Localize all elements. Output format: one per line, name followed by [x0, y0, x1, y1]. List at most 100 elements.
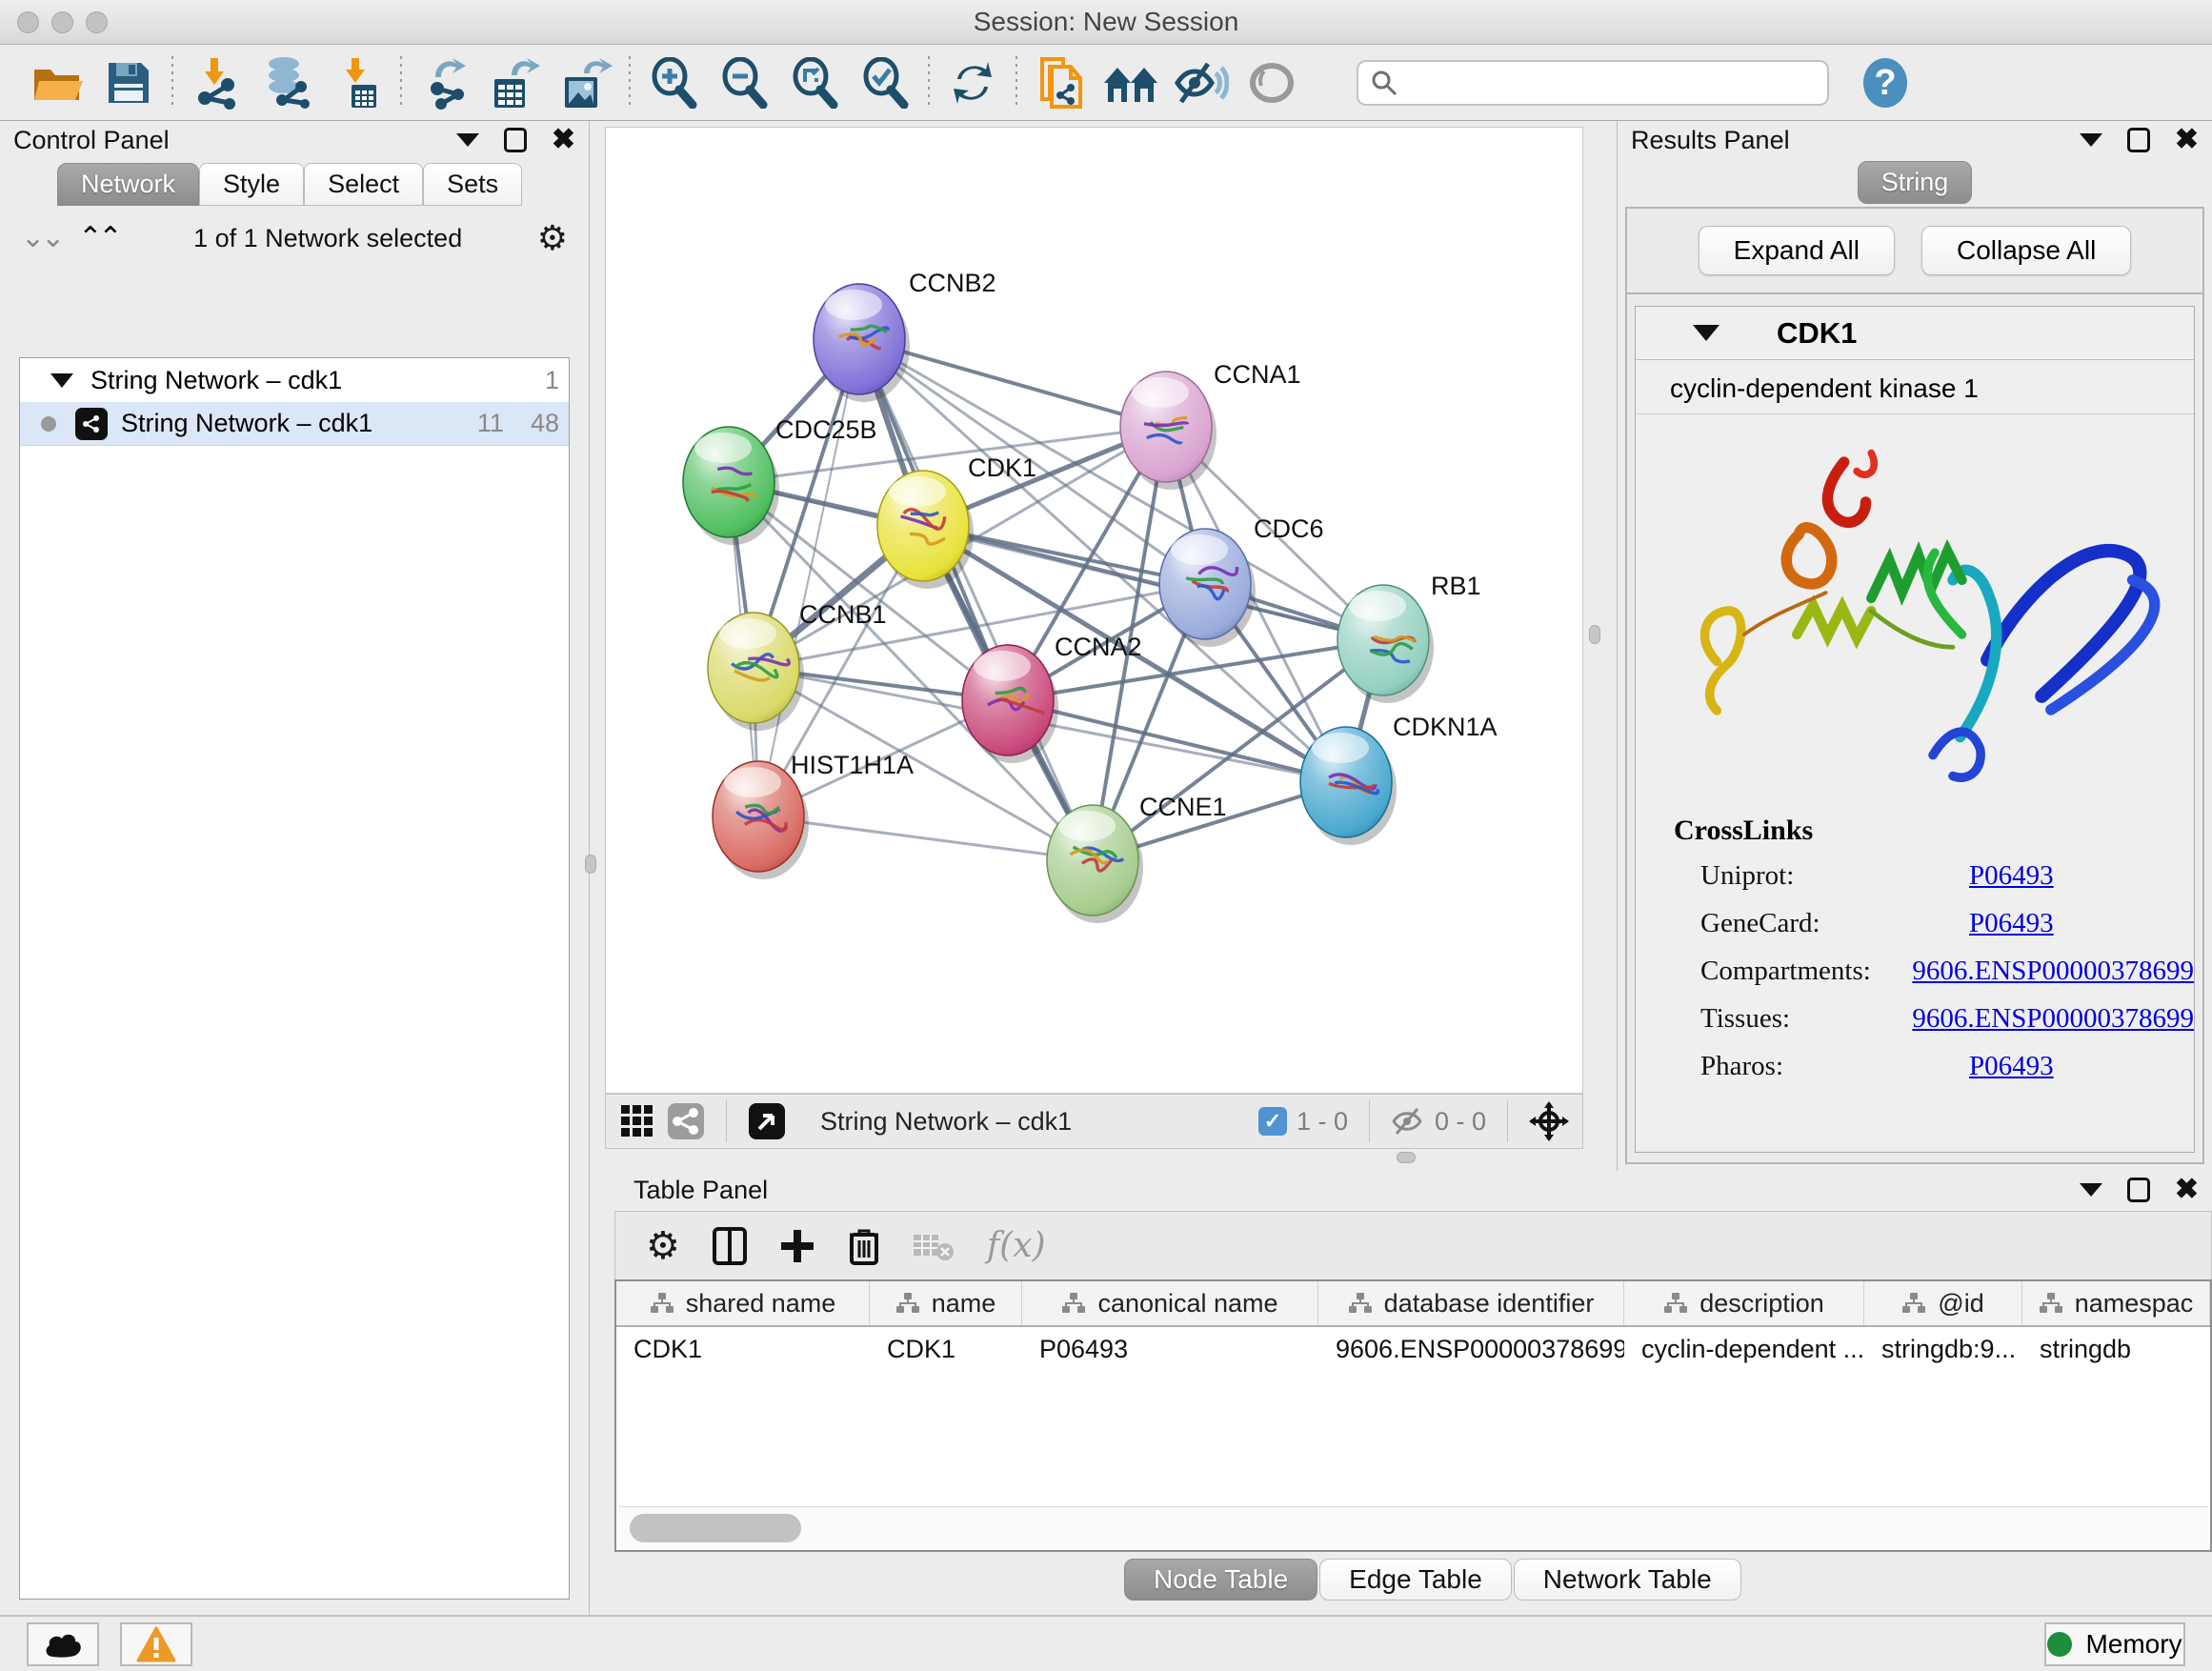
import-table-file-button[interactable] — [322, 52, 392, 113]
string-protein-query-button[interactable] — [1025, 52, 1096, 113]
scrollbar-thumb[interactable] — [630, 1514, 801, 1542]
table-cell[interactable]: P06493 — [1022, 1327, 1318, 1371]
search-box[interactable] — [1357, 60, 1829, 106]
node-RB1[interactable]: RB1 — [1337, 572, 1481, 703]
birdseye-toggle-icon[interactable] — [748, 1102, 786, 1140]
panel-close-icon[interactable]: ✖ — [2175, 1178, 2199, 1202]
protein-section-header[interactable]: CDK1 — [1636, 307, 2194, 360]
column-header-name[interactable]: name — [870, 1281, 1022, 1325]
node-CDC25B[interactable]: CDC25B — [683, 415, 877, 545]
network-view-mode-icon[interactable] — [667, 1102, 705, 1140]
expand-all-networks-icon[interactable]: ⌄⌄ — [21, 229, 61, 248]
node-CCNA2[interactable]: CCNA2 — [962, 633, 1142, 763]
show-columns-icon[interactable] — [713, 1227, 747, 1265]
tab-sets[interactable]: Sets — [423, 163, 522, 206]
export-image-button[interactable] — [551, 52, 621, 113]
tab-edge-table[interactable]: Edge Table — [1319, 1559, 1512, 1601]
help-button[interactable]: ? — [1850, 52, 1920, 113]
edge-CCNB2-CCNE1[interactable] — [859, 339, 1093, 860]
panel-close-icon[interactable]: ✖ — [552, 128, 575, 152]
panel-menu-icon[interactable] — [2080, 1183, 2102, 1197]
tab-node-table[interactable]: Node Table — [1124, 1559, 1317, 1601]
expand-all-button[interactable]: Expand All — [1699, 226, 1895, 275]
table-cell[interactable]: 9606.ENSP00000378699 — [1318, 1327, 1624, 1371]
node-table[interactable]: shared namenamecanonical namedatabase id… — [614, 1279, 2212, 1552]
string-home-button[interactable] — [1096, 52, 1166, 113]
node-CCNE1[interactable]: CCNE1 — [1047, 793, 1227, 923]
hide-details-button[interactable] — [1166, 52, 1237, 113]
crosslink-link[interactable]: 9606.ENSP00000378699 — [1912, 956, 2194, 987]
panel-menu-icon[interactable] — [456, 133, 479, 147]
export-network-button[interactable] — [410, 52, 480, 113]
apply-layout-button[interactable] — [937, 52, 1008, 113]
collection-expand-icon[interactable] — [50, 373, 73, 388]
memory-button[interactable]: Memory — [2044, 1622, 2185, 1666]
column-header-namespac[interactable]: namespac — [2022, 1281, 2210, 1325]
import-network-file-button[interactable] — [181, 52, 251, 113]
zoom-fit-button[interactable] — [779, 52, 850, 113]
warnings-button[interactable] — [120, 1622, 192, 1666]
column-header-id[interactable]: @id — [1864, 1281, 2022, 1325]
node-HIST1H1A[interactable]: HIST1H1A — [713, 751, 914, 879]
edge-CCNB2-HIST1H1A[interactable] — [758, 339, 859, 816]
close-window-button[interactable] — [17, 11, 39, 33]
table-cell[interactable]: cyclin-dependent ... — [1624, 1327, 1864, 1371]
import-network-database-button[interactable] — [251, 52, 322, 113]
tab-network-table[interactable]: Network Table — [1514, 1559, 1741, 1601]
panel-float-icon[interactable] — [504, 128, 527, 152]
network-canvas[interactable]: CCNB2CCNA1CDC25BCDK1CDC6RB1CCNB1CCNA2CDK… — [605, 127, 1583, 1094]
table-row[interactable]: CDK1CDK1P064939606.ENSP00000378699cyclin… — [616, 1327, 2210, 1371]
crosslink-link[interactable]: P06493 — [1969, 1051, 2054, 1082]
splitter-grip[interactable] — [1589, 625, 1600, 644]
crosslink-link[interactable]: P06493 — [1969, 908, 2054, 939]
tab-select[interactable]: Select — [304, 163, 423, 206]
column-header-description[interactable]: description — [1624, 1281, 1864, 1325]
panel-float-icon[interactable] — [2127, 1178, 2150, 1202]
table-cell[interactable]: CDK1 — [870, 1327, 1022, 1371]
table-cell[interactable]: stringdb — [2022, 1327, 2210, 1371]
node-CCNB1[interactable]: CCNB1 — [708, 600, 887, 731]
crosslink-link[interactable]: 9606.ENSP00000378699 — [1912, 1003, 2194, 1035]
table-horizontal-scrollbar[interactable] — [618, 1506, 2208, 1548]
network-graph[interactable]: CCNB2CCNA1CDC25BCDK1CDC6RB1CCNB1CCNA2CDK… — [606, 128, 1582, 1093]
collapse-all-button[interactable]: Collapse All — [1921, 226, 2131, 275]
delete-column-icon[interactable] — [848, 1227, 880, 1265]
network-row[interactable]: String Network – cdk1 11 48 — [20, 402, 569, 446]
table-options-gear-icon[interactable]: ⚙ — [646, 1224, 680, 1268]
zoom-selected-button[interactable] — [850, 52, 920, 113]
node-CDKN1A[interactable]: CDKN1A — [1300, 713, 1498, 845]
tab-style[interactable]: Style — [199, 163, 304, 206]
save-session-button[interactable] — [93, 52, 164, 113]
table-cell[interactable]: stringdb:9... — [1864, 1327, 2022, 1371]
crosslink-link[interactable]: P06493 — [1969, 860, 2054, 892]
minimize-window-button[interactable] — [51, 11, 73, 33]
show-details-button[interactable] — [1237, 52, 1307, 113]
search-input[interactable] — [1398, 64, 1816, 102]
panel-float-icon[interactable] — [2127, 128, 2150, 152]
node-CDC6[interactable]: CDC6 — [1159, 514, 1324, 647]
export-table-button[interactable] — [480, 52, 551, 113]
zoom-in-button[interactable] — [638, 52, 709, 113]
window-controls[interactable] — [17, 11, 108, 33]
tab-string[interactable]: String — [1858, 161, 1973, 204]
table-cell[interactable]: CDK1 — [616, 1327, 870, 1371]
zoom-out-button[interactable] — [709, 52, 779, 113]
grid-mode-icon[interactable] — [619, 1103, 655, 1139]
splitter-grip[interactable] — [1397, 1152, 1416, 1163]
node-CDK1[interactable]: CDK1 — [877, 453, 1036, 589]
network-options-gear-icon[interactable]: ⚙ — [537, 219, 568, 258]
selected-checkbox-icon[interactable]: ✓ — [1258, 1107, 1287, 1136]
column-header-sharedname[interactable]: shared name — [616, 1281, 870, 1325]
panel-close-icon[interactable]: ✖ — [2175, 128, 2199, 152]
section-collapse-icon[interactable] — [1693, 325, 1719, 341]
add-column-icon[interactable] — [779, 1228, 815, 1264]
panel-menu-icon[interactable] — [2080, 133, 2102, 147]
open-session-button[interactable] — [23, 52, 93, 113]
splitter-grip[interactable] — [585, 855, 596, 874]
pan-crosshair-icon[interactable] — [1529, 1101, 1569, 1141]
column-header-databaseidentifier[interactable]: database identifier — [1318, 1281, 1624, 1325]
cloud-button[interactable] — [27, 1622, 99, 1666]
collapse-all-networks-icon[interactable]: ⌃⌃ — [78, 229, 118, 248]
zoom-window-button[interactable] — [86, 11, 108, 33]
tab-network[interactable]: Network — [57, 163, 199, 206]
